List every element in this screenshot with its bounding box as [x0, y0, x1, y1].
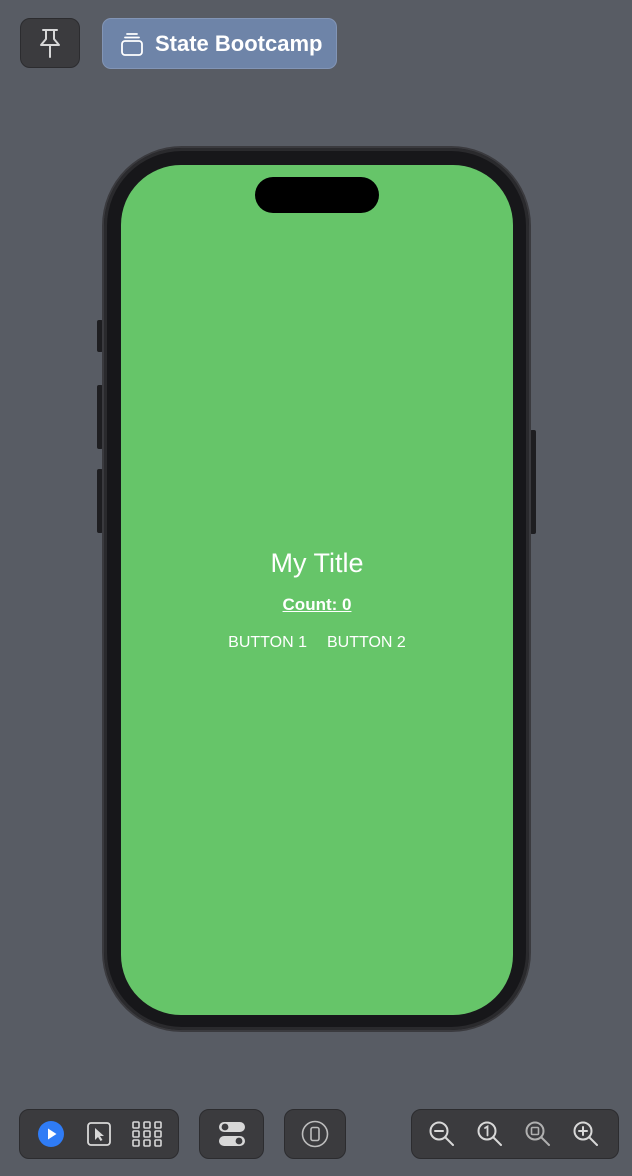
stack-icon: [121, 32, 143, 56]
zoom-in-button[interactable]: [566, 1114, 606, 1154]
device-volume-up-button: [97, 385, 103, 449]
button-row: BUTTON 1 BUTTON 2: [228, 632, 406, 654]
preview-content: My Title Count: 0 BUTTON 1 BUTTON 2: [121, 545, 513, 654]
select-icon: [87, 1122, 111, 1146]
variants-grid-button[interactable]: [127, 1114, 167, 1154]
zoom-out-icon: [429, 1121, 454, 1146]
device-settings-button[interactable]: [295, 1114, 335, 1154]
device-power-button: [530, 430, 536, 534]
variants-button[interactable]: [212, 1114, 252, 1154]
mode-group: [19, 1109, 179, 1159]
selectable-mode-button[interactable]: [79, 1114, 119, 1154]
button-1[interactable]: BUTTON 1: [228, 632, 307, 654]
dynamic-island: [255, 177, 379, 213]
button-2[interactable]: BUTTON 2: [327, 632, 406, 654]
zoom-to-fit-button[interactable]: [518, 1114, 558, 1154]
canvas-preview: State Bootcamp My Title Count: 0 BUTTON …: [0, 0, 632, 1176]
page-title: My Title: [270, 548, 364, 578]
count-label: Count: 0: [282, 595, 352, 614]
device-icon: [301, 1120, 329, 1148]
play-icon: [38, 1121, 64, 1147]
pin-button[interactable]: [20, 18, 80, 68]
zoom-in-icon: [573, 1121, 598, 1146]
device-settings-group: [284, 1109, 346, 1159]
device-side-button: [97, 320, 103, 352]
device-volume-down-button: [97, 469, 103, 533]
device-screen: My Title Count: 0 BUTTON 1 BUTTON 2: [121, 165, 513, 1015]
zoom-out-button[interactable]: [422, 1114, 462, 1154]
zoom-group: [411, 1109, 619, 1159]
grid-icon: [132, 1121, 162, 1147]
pin-icon: [40, 29, 60, 58]
zoom-fit-icon: [525, 1121, 550, 1146]
live-preview-button[interactable]: [31, 1114, 71, 1154]
zoom-actual-icon: [477, 1121, 502, 1146]
toggles-icon: [218, 1122, 245, 1146]
zoom-actual-size-button[interactable]: [470, 1114, 510, 1154]
preview-tab-label: State Bootcamp: [155, 30, 323, 56]
preview-tab-state-bootcamp[interactable]: State Bootcamp: [102, 18, 337, 69]
variants-group: [199, 1109, 264, 1159]
